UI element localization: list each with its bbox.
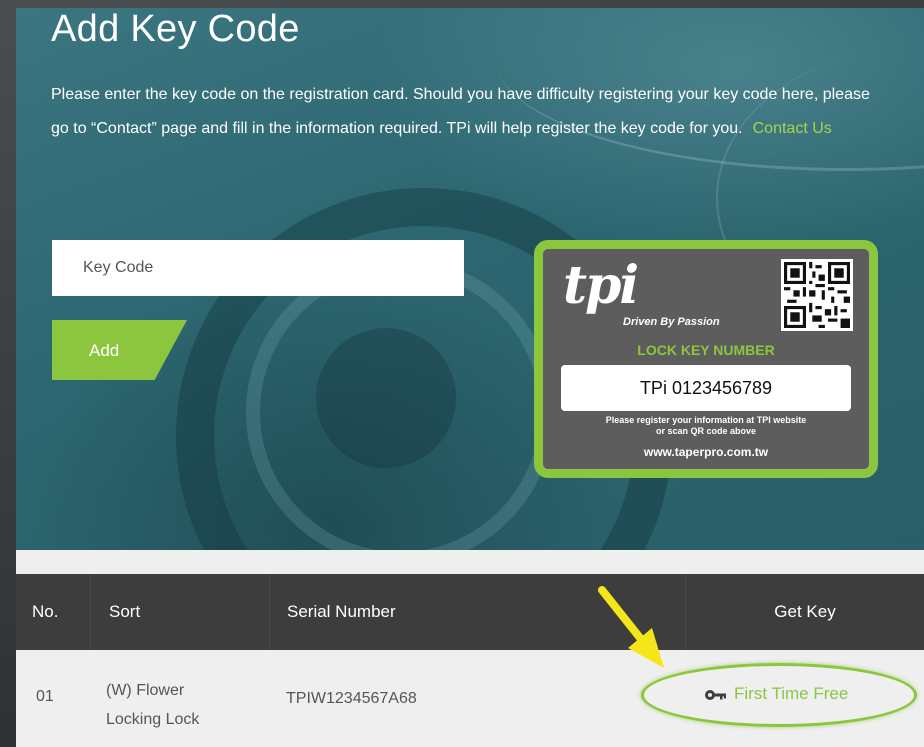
card-tagline: Driven By Passion	[623, 316, 720, 328]
background-wheel-hub	[316, 328, 456, 468]
table-header: No. Sort Serial Number Get Key	[16, 574, 924, 650]
add-button-label: Add	[89, 341, 120, 360]
column-header-get-key: Get Key	[774, 602, 836, 621]
key-code-input[interactable]	[52, 240, 464, 296]
contact-us-link[interactable]: Contact Us	[753, 120, 832, 137]
card-heading: LOCK KEY NUMBER	[637, 342, 775, 358]
qr-code-graphic	[784, 262, 850, 328]
cell-serial-number: TPIW1234567A68	[286, 690, 417, 707]
key-icon	[705, 689, 726, 700]
first-time-free-link[interactable]: First Time Free	[704, 684, 848, 704]
page-title: Add Key Code	[51, 8, 300, 50]
column-header-sort: Sort	[109, 602, 141, 621]
intro-text: Please enter the key code on the registr…	[51, 78, 891, 146]
intro-paragraph: Please enter the key code on the registr…	[51, 86, 870, 137]
tpi-logo: tpi	[563, 255, 639, 316]
window-frame-top	[0, 0, 924, 8]
table-row: 01 (W) Flower Locking Lock TPIW1234567A6…	[16, 650, 924, 747]
column-divider	[269, 574, 270, 650]
card-note: Please register your information at TPI …	[543, 415, 869, 437]
column-header-serial-number: Serial Number	[287, 602, 396, 621]
card-website: www.taperpro.com.tw	[643, 445, 769, 459]
card-note-line: or scan QR code above	[655, 426, 757, 436]
column-divider	[90, 574, 91, 650]
cell-sort-line: Locking Lock	[106, 711, 200, 728]
add-button[interactable]: Add	[52, 320, 187, 380]
qr-code-icon	[781, 259, 853, 331]
cell-sort: (W) Flower Locking Lock	[106, 676, 199, 734]
card-note-line: Please register your information at TPI …	[605, 415, 807, 425]
hero-section: Add Key Code Please enter the key code o…	[16, 8, 924, 550]
yellow-arrow-annotation	[598, 586, 664, 668]
window-frame-left	[0, 0, 16, 747]
card-key-number: TPi 0123456789	[561, 365, 851, 411]
column-header-no: No.	[32, 602, 59, 621]
cell-sort-line: (W) Flower	[106, 682, 185, 699]
registration-card-image: tpi Driven By Passion LOCK KEY NUMBER TP…	[534, 240, 878, 478]
cell-no: 01	[36, 688, 54, 705]
table-top-spacer	[16, 550, 924, 574]
first-time-free-label: First Time Free	[734, 684, 849, 703]
